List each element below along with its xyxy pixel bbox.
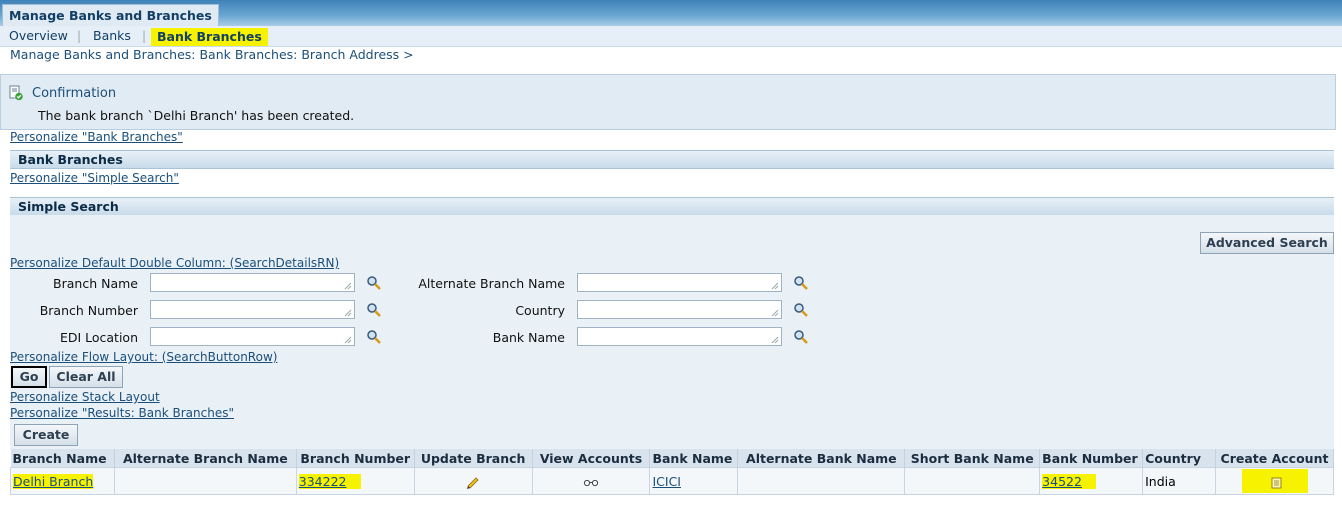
create-account-highlight <box>1241 469 1308 493</box>
cell-branch-number: 334222 <box>295 467 415 495</box>
resize-grip-icon <box>344 336 352 344</box>
pencil-icon[interactable] <box>465 473 481 490</box>
nav-separator: | <box>142 29 147 43</box>
col-branch-number[interactable]: Branch Number <box>296 449 415 468</box>
section-title: Bank Branches <box>18 152 123 167</box>
branch-name-link[interactable]: Delhi Branch <box>13 473 94 489</box>
results-table: Branch Name Alternate Branch Name Branch… <box>10 449 1334 495</box>
app-title-tab[interactable]: Manage Banks and Branches <box>2 4 219 27</box>
section-title: Simple Search <box>18 199 119 214</box>
col-bank-number[interactable]: Bank Number <box>1039 449 1144 468</box>
sub-navigation: Overview | Banks | Bank Branches <box>0 26 1342 47</box>
personalize-simple-search-link[interactable]: Personalize "Simple Search" <box>10 171 179 185</box>
create-button[interactable]: Create <box>14 424 78 446</box>
col-alternate-bank-name[interactable]: Alternate Bank Name <box>737 449 906 468</box>
glasses-icon[interactable] <box>583 477 599 487</box>
personalize-double-column-link[interactable]: Personalize Default Double Column: (Sear… <box>10 256 339 270</box>
col-view-accounts: View Accounts <box>532 449 651 468</box>
branch-name-label: Branch Name <box>53 276 138 291</box>
branch-number-link[interactable]: 334222 <box>298 473 361 489</box>
confirmation-message: The bank branch `Delhi Branch' has been … <box>38 108 355 123</box>
bank-number-link[interactable]: 34522 <box>1042 473 1096 489</box>
col-branch-name[interactable]: Branch Name <box>10 449 115 468</box>
country-label: Country <box>515 303 565 318</box>
resize-grip-icon <box>344 282 352 290</box>
bank-name-link[interactable]: ICICI <box>652 474 681 489</box>
cell-update-branch <box>413 467 533 495</box>
section-header-bank-branches: Bank Branches <box>10 150 1334 169</box>
search-icon[interactable] <box>366 302 382 318</box>
col-update-branch: Update Branch <box>414 449 533 468</box>
header-band: Manage Banks and Branches <box>0 0 1342 27</box>
confirmation-heading: Confirmation <box>32 86 117 101</box>
col-bank-name[interactable]: Bank Name <box>649 449 739 468</box>
section-header-simple-search: Simple Search <box>10 197 1334 216</box>
search-icon[interactable] <box>793 275 809 291</box>
tab-bank-branches[interactable]: Bank Branches <box>151 28 268 46</box>
results-toolbar <box>10 421 1334 449</box>
personalize-bank-branches-link[interactable]: Personalize "Bank Branches" <box>10 130 183 144</box>
personalize-stack-layout-link[interactable]: Personalize Stack Layout <box>10 390 160 404</box>
nav-separator: | <box>77 29 82 43</box>
resize-grip-icon <box>771 282 779 290</box>
go-button[interactable]: Go <box>11 366 47 388</box>
cell-create-account <box>1215 467 1334 495</box>
branch-number-input[interactable] <box>150 300 355 319</box>
edi-location-label: EDI Location <box>59 330 138 345</box>
advanced-search-button[interactable]: Advanced Search <box>1200 232 1334 254</box>
bank-name-input[interactable] <box>577 327 782 346</box>
document-icon[interactable] <box>1271 477 1283 489</box>
clear-all-button[interactable]: Clear All <box>49 366 123 388</box>
cell-short-bank-name <box>904 467 1041 495</box>
confirmation-icon <box>9 85 23 101</box>
alternate-branch-name-input[interactable] <box>577 273 782 292</box>
resize-grip-icon <box>344 309 352 317</box>
resize-grip-icon <box>771 336 779 344</box>
search-icon[interactable] <box>793 329 809 345</box>
table-header-row: Branch Name Alternate Branch Name Branch… <box>10 449 1334 468</box>
col-create-account: Create Account <box>1215 449 1334 468</box>
tab-banks[interactable]: Banks <box>93 28 131 44</box>
resize-grip-icon <box>771 309 779 317</box>
cell-alternate-bank-name <box>737 467 906 495</box>
alternate-branch-name-label: Alternate Branch Name <box>418 276 565 291</box>
country-input[interactable] <box>577 300 782 319</box>
cell-country: India <box>1142 467 1216 495</box>
branch-name-input[interactable] <box>150 273 355 292</box>
breadcrumb[interactable]: Manage Banks and Branches: Bank Branches… <box>10 47 414 62</box>
col-short-bank-name[interactable]: Short Bank Name <box>904 449 1041 468</box>
search-icon[interactable] <box>366 275 382 291</box>
cell-alternate-branch-name <box>113 467 297 495</box>
col-country[interactable]: Country <box>1142 449 1216 468</box>
table-row: Delhi Branch 334222 ICICI 34522 India <box>10 467 1334 495</box>
personalize-results-link[interactable]: Personalize "Results: Bank Branches" <box>10 406 234 420</box>
branch-number-label: Branch Number <box>39 303 138 318</box>
confirmation-box: Confirmation The bank branch `Delhi Bran… <box>0 74 1336 130</box>
cell-branch-name: Delhi Branch <box>10 467 115 495</box>
search-icon[interactable] <box>793 302 809 318</box>
bank-name-label: Bank Name <box>492 330 565 345</box>
cell-bank-number: 34522 <box>1039 467 1144 495</box>
col-alternate-branch-name[interactable]: Alternate Branch Name <box>114 449 297 468</box>
personalize-flow-layout-link[interactable]: Personalize Flow Layout: (SearchButtonRo… <box>10 350 277 364</box>
tab-overview[interactable]: Overview <box>9 28 68 44</box>
cell-view-accounts <box>531 467 651 495</box>
search-icon[interactable] <box>366 329 382 345</box>
cell-bank-name: ICICI <box>649 467 739 495</box>
edi-location-input[interactable] <box>150 327 355 346</box>
